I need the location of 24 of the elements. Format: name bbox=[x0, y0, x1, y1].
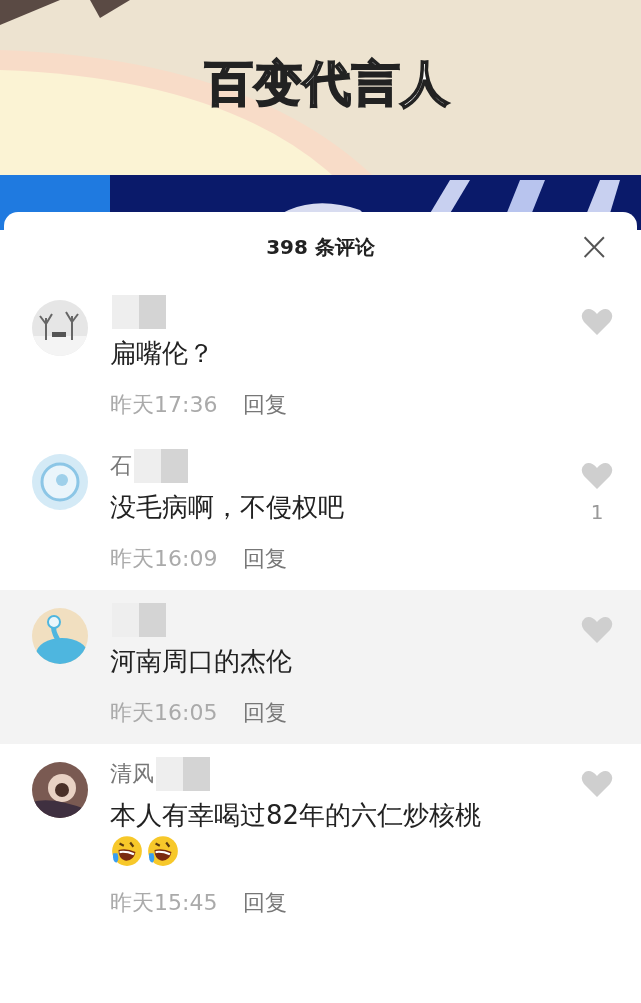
username[interactable]: 清风 bbox=[110, 759, 154, 789]
reply-button[interactable]: 回复 bbox=[243, 698, 288, 728]
username[interactable]: 石 bbox=[110, 451, 132, 481]
heart-icon[interactable] bbox=[581, 462, 613, 490]
video-title: 百变代言人 bbox=[205, 54, 450, 113]
comment-time: 昨天15:45 bbox=[110, 889, 218, 917]
comment-time: 昨天17:36 bbox=[110, 391, 218, 419]
heart-icon[interactable] bbox=[581, 308, 613, 336]
comment-text: 扁嘴伦？ bbox=[110, 337, 215, 370]
comment-time: 昨天16:09 bbox=[110, 545, 218, 573]
laughing-crying-emoji-icon bbox=[110, 834, 144, 868]
reply-button[interactable]: 回复 bbox=[243, 888, 288, 918]
comment-text: 没毛病啊，不侵权吧 bbox=[110, 491, 345, 524]
comment-text: 河南周口的杰伦 bbox=[110, 645, 293, 678]
heart-icon[interactable] bbox=[581, 616, 613, 644]
like-count: 1 bbox=[590, 500, 604, 524]
reply-button[interactable]: 回复 bbox=[243, 544, 288, 574]
comment-count: 398 条评论 bbox=[266, 233, 375, 261]
laughing-crying-emoji-icon bbox=[146, 834, 180, 868]
reply-button[interactable]: 回复 bbox=[243, 390, 288, 420]
close-button[interactable]: × bbox=[577, 228, 611, 264]
comment-text: 本人有幸喝过82年的六仁炒核桃 bbox=[110, 799, 483, 832]
heart-icon[interactable] bbox=[581, 770, 613, 798]
comment-time: 昨天16:05 bbox=[110, 699, 218, 727]
